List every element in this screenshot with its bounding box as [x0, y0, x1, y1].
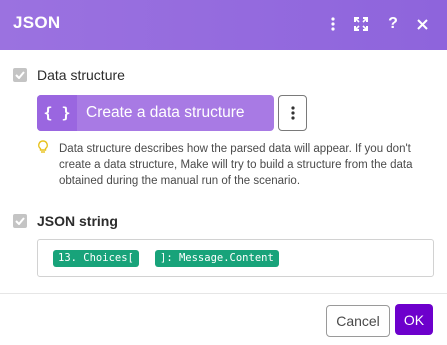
- lightbulb-icon: [37, 140, 49, 159]
- mapping-token[interactable]: 13. Choices[: [53, 250, 139, 267]
- json-string-label: JSON string: [37, 213, 118, 229]
- mapping-token[interactable]: ]: Message.Content: [155, 250, 279, 267]
- create-data-structure-label: Create a data structure: [86, 104, 245, 121]
- json-module-dialog: JSON ? Data structure { } Create a data …: [0, 0, 447, 345]
- data-structure-options-button[interactable]: [278, 95, 307, 131]
- create-data-structure-button[interactable]: { } Create a data structure: [37, 95, 274, 131]
- ok-button[interactable]: OK: [395, 304, 433, 335]
- more-vertical-icon[interactable]: [322, 13, 344, 35]
- more-vertical-icon: [290, 106, 295, 120]
- dialog-header: JSON ?: [0, 0, 447, 50]
- dialog-title: JSON: [13, 13, 61, 32]
- data-structure-checkbox[interactable]: [13, 68, 27, 82]
- braces-icon: { }: [37, 95, 77, 131]
- json-string-input[interactable]: 13. Choices[ ]: Message.Content: [37, 239, 434, 277]
- data-structure-label: Data structure: [37, 67, 125, 83]
- close-icon[interactable]: [411, 13, 433, 35]
- json-string-checkbox[interactable]: [13, 214, 27, 228]
- help-icon[interactable]: ?: [382, 13, 404, 35]
- cancel-button[interactable]: Cancel: [326, 305, 390, 337]
- footer-divider: [0, 293, 447, 294]
- expand-icon[interactable]: [350, 13, 372, 35]
- data-structure-hint: Data structure describes how the parsed …: [59, 143, 413, 187]
